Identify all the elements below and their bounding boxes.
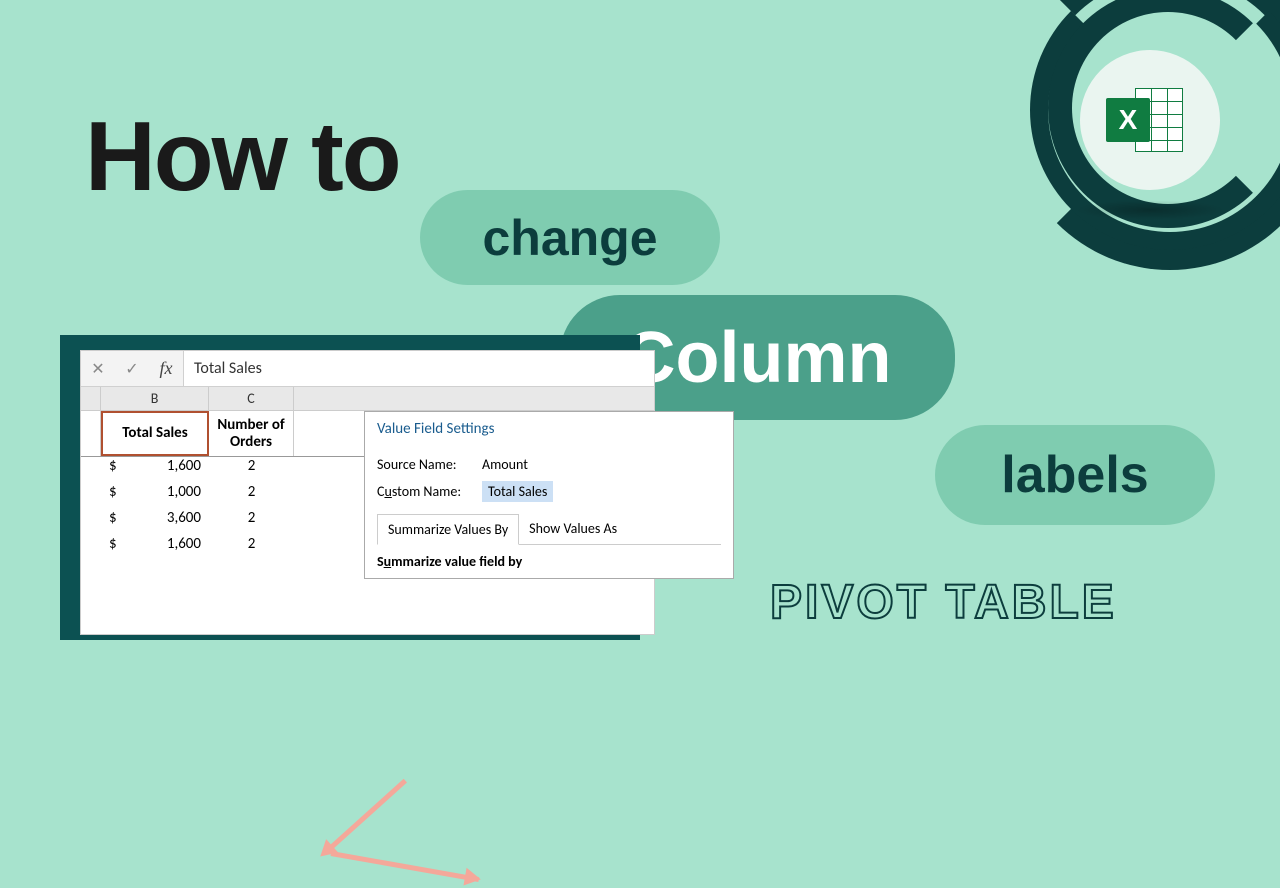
annotation-arrow-icon xyxy=(329,779,407,850)
custom-name-input[interactable]: Total Sales xyxy=(482,481,553,502)
header-number-orders[interactable]: Number of Orders xyxy=(209,411,294,456)
column-header-row: B C xyxy=(81,387,654,411)
title-how-to: How to xyxy=(85,100,400,213)
annotation-arrow-icon xyxy=(331,851,480,882)
column-header-b[interactable]: B xyxy=(101,387,209,410)
excel-screenshot-panel: ✕ ✓ fx Total Sales B C Total Sales Numbe… xyxy=(80,350,655,635)
value-field-settings-dialog: Value Field Settings Source Name: Amount… xyxy=(364,411,734,579)
formula-bar: ✕ ✓ fx Total Sales xyxy=(81,351,654,387)
tab-show-values-as[interactable]: Show Values As xyxy=(519,514,627,544)
source-name-value: Amount xyxy=(482,456,528,473)
dialog-title: Value Field Settings xyxy=(365,412,733,446)
pill-labels: labels xyxy=(935,425,1215,525)
tab-summarize-values[interactable]: Summarize Values By xyxy=(377,514,519,545)
custom-name-row: Custom Name: Total Sales xyxy=(377,477,721,506)
header-total-sales[interactable]: Total Sales xyxy=(101,411,209,456)
source-name-row: Source Name: Amount xyxy=(377,452,721,477)
excel-logo-icon: X xyxy=(1080,50,1220,190)
logo-shadow xyxy=(1075,200,1225,220)
excel-x-badge: X xyxy=(1106,98,1150,142)
dialog-tabs: Summarize Values By Show Values As xyxy=(377,514,721,545)
summarize-label: Summarize value field by xyxy=(377,545,721,572)
confirm-icon[interactable]: ✓ xyxy=(115,351,149,386)
pill-change: change xyxy=(420,190,720,285)
custom-name-label: Custom Name: xyxy=(377,483,482,500)
formula-bar-input[interactable]: Total Sales xyxy=(183,351,654,386)
fx-icon[interactable]: fx xyxy=(149,351,183,386)
source-name-label: Source Name: xyxy=(377,456,482,473)
cancel-icon[interactable]: ✕ xyxy=(81,351,115,386)
pivot-table-text: PIVOT TABLE xyxy=(770,575,1117,630)
column-header-c[interactable]: C xyxy=(209,387,294,410)
